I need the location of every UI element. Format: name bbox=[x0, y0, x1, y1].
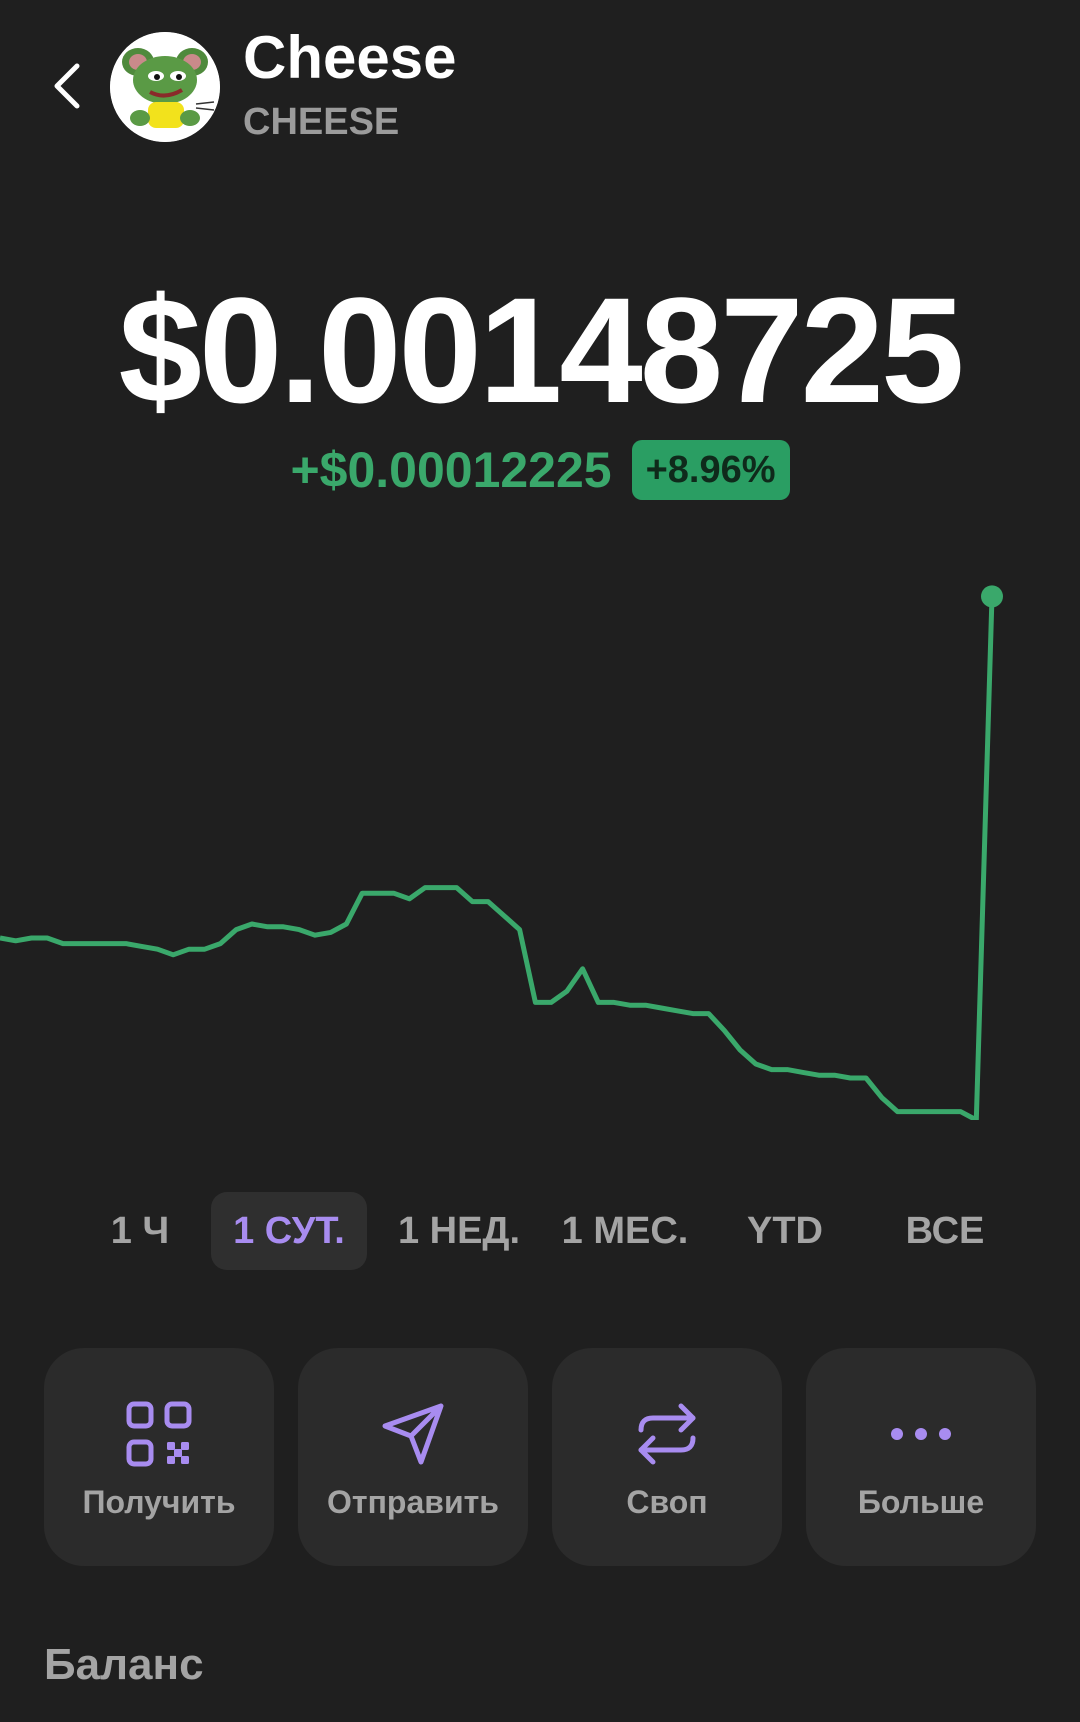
token-name: Cheese bbox=[243, 24, 457, 91]
receive-button[interactable]: Получить bbox=[44, 1348, 274, 1566]
range-all[interactable]: ВСЕ bbox=[890, 1192, 1000, 1270]
qr-code-icon bbox=[123, 1398, 195, 1470]
price-change-percent-badge: +8.96% bbox=[631, 440, 790, 500]
time-range-selector: 1 Ч 1 СУТ. 1 НЕД. 1 МЕС. YTD ВСЕ bbox=[40, 1192, 1040, 1272]
range-1d[interactable]: 1 СУТ. bbox=[211, 1192, 367, 1270]
action-buttons: Получить Отправить Своп Больше bbox=[44, 1348, 1036, 1566]
price-chart[interactable] bbox=[0, 560, 1080, 1120]
chevron-left-icon bbox=[54, 63, 80, 109]
range-1w[interactable]: 1 НЕД. bbox=[384, 1192, 534, 1270]
range-1h[interactable]: 1 Ч bbox=[80, 1192, 200, 1270]
current-price-dot bbox=[981, 585, 1003, 608]
price-change-absolute: +$0.00012225 bbox=[290, 442, 612, 498]
back-button[interactable] bbox=[40, 52, 92, 120]
receive-label: Получить bbox=[82, 1484, 236, 1520]
send-icon bbox=[377, 1398, 449, 1470]
swap-label: Своп bbox=[626, 1484, 708, 1520]
swap-button[interactable]: Своп bbox=[552, 1348, 782, 1566]
balance-heading: Баланс bbox=[44, 1640, 204, 1689]
more-label: Больше bbox=[857, 1484, 985, 1520]
range-ytd[interactable]: YTD bbox=[730, 1192, 840, 1270]
send-button[interactable]: Отправить bbox=[298, 1348, 528, 1566]
price-line bbox=[0, 596, 995, 1120]
pepe-rat-icon bbox=[110, 32, 220, 142]
more-button[interactable]: Больше bbox=[806, 1348, 1036, 1566]
token-avatar bbox=[110, 32, 220, 142]
token-symbol: CHEESE bbox=[243, 101, 400, 143]
token-header: Cheese CHEESE bbox=[0, 0, 1080, 160]
more-icon bbox=[885, 1398, 957, 1470]
range-1m[interactable]: 1 МЕС. bbox=[550, 1192, 700, 1270]
send-label: Отправить bbox=[327, 1484, 499, 1520]
swap-icon bbox=[631, 1398, 703, 1470]
price-change-row: +$0.00012225 +8.96% bbox=[0, 440, 1080, 500]
current-price: $0.00148725 bbox=[118, 266, 965, 434]
